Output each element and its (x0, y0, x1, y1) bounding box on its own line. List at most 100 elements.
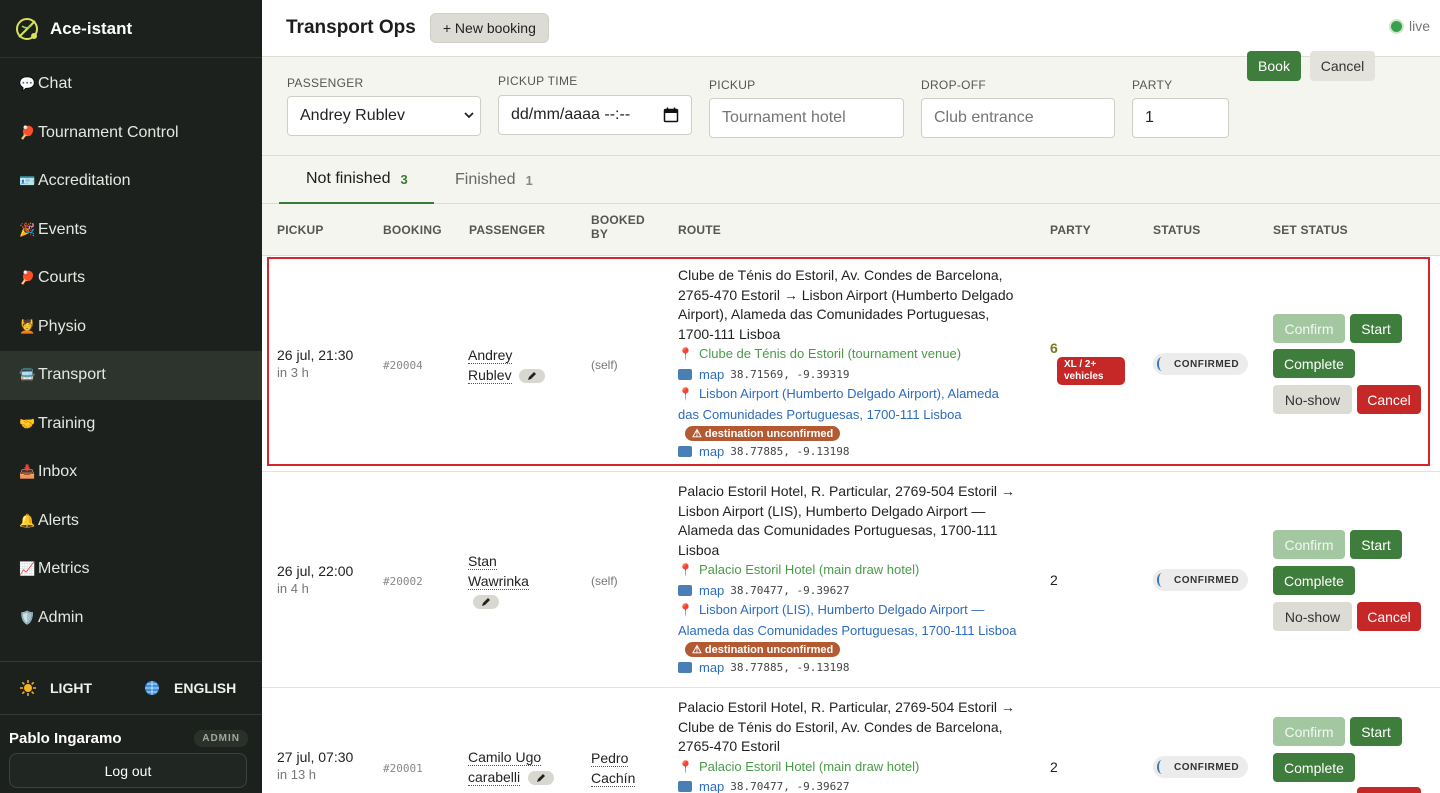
passenger-cell[interactable]: Andrey Rublev (468, 345, 546, 385)
sidebar-item-label: Inbox (38, 463, 78, 481)
map-label[interactable]: map (699, 444, 724, 459)
edit-passenger-button[interactable] (473, 595, 499, 610)
passenger-name-first[interactable]: Andrey (468, 347, 513, 364)
sidebar-item-physio[interactable]: 💆 Physio (0, 303, 262, 352)
sidebar-item-inbox[interactable]: 📥 Inbox (0, 448, 262, 497)
dropoff-location[interactable]: 📍 Lisbon Airport (Humberto Delgado Airpor… (678, 384, 1023, 424)
start-button[interactable]: Start (1350, 717, 1402, 746)
pickup-location[interactable]: 📍 Palacio Estoril Hotel (main draw hotel) (678, 757, 1018, 778)
complete-button[interactable]: Complete (1273, 753, 1355, 782)
passenger-name-first[interactable]: Camilo Ugo (468, 749, 542, 766)
cancel-booking-button[interactable]: Cancel (1357, 602, 1421, 631)
col-booked-by: BOOKED BY (591, 213, 645, 241)
pickup-cell: 26 jul, 21:30 in 3 h (277, 347, 353, 380)
sidebar-item-events[interactable]: 🎉 Events (0, 206, 262, 255)
pickup-input[interactable] (709, 98, 904, 138)
pickup-map-link[interactable]: map 38.71569, -9.39319 (678, 365, 1023, 385)
confirm-button[interactable]: Confirm (1273, 530, 1345, 559)
calendar-icon[interactable] (663, 107, 679, 123)
pickup-location[interactable]: 📍 Palacio Estoril Hotel (main draw hotel) (678, 560, 1030, 581)
coordinates: 38.70477, -9.39627 (730, 583, 850, 597)
party-input[interactable] (1132, 98, 1229, 138)
passenger-cell[interactable]: Camilo Ugo carabelli (468, 747, 555, 787)
pickup-location[interactable]: 📍 Clube de Ténis do Estoril (tournament v… (678, 344, 1023, 365)
edit-passenger-button[interactable] (528, 771, 555, 786)
pencil-icon (528, 372, 537, 381)
sidebar-item-label: Events (38, 220, 87, 238)
tab-not-finished[interactable]: Not finished 3 (279, 156, 434, 204)
confirm-button[interactable]: Confirm (1273, 314, 1345, 343)
map-label[interactable]: map (699, 779, 724, 793)
racket-icon: 🏓 (19, 124, 36, 140)
route-summary: Palacio Estoril Hotel, R. Particular, 27… (678, 699, 1015, 754)
cancel-booking-button[interactable]: Cancel (1357, 385, 1421, 414)
sidebar-item-alerts[interactable]: 🔔 Alerts (0, 497, 262, 546)
dropoff-map-link[interactable]: map 38.77885, -9.13198 (678, 658, 1030, 678)
dropoff-map-link[interactable]: map 38.77885, -9.13198 (678, 442, 1023, 462)
passenger-select[interactable]: Andrey Rublev (287, 96, 481, 136)
no-show-button[interactable]: No-show (1273, 602, 1352, 631)
sidebar-item-label: Admin (38, 608, 84, 626)
sidebar-item-training[interactable]: 🤝 Training (0, 400, 262, 449)
start-button[interactable]: Start (1350, 530, 1402, 559)
no-show-button[interactable]: No-show (1273, 385, 1352, 414)
start-button[interactable]: Start (1350, 314, 1402, 343)
passenger-name-last[interactable]: carabelli (468, 769, 521, 786)
theme-label: LIGHT (50, 680, 92, 696)
sidebar-item-tournament-control[interactable]: 🏓 Tournament Control (0, 109, 262, 158)
cancel-form-button[interactable]: Cancel (1310, 51, 1375, 81)
passenger-cell[interactable]: Stan Wawrinka (468, 551, 529, 611)
topbar: Transport Ops + New booking live (262, 0, 1440, 57)
dropoff-input[interactable] (921, 98, 1115, 138)
pickup-location-label: Palacio Estoril Hotel (main draw hotel) (698, 562, 920, 577)
sidebar-item-transport[interactable]: 🚍 Transport (0, 351, 262, 400)
route-summary: Palacio Estoril Hotel, R. Particular, 27… (678, 483, 1015, 558)
pickup-map-link[interactable]: map 38.70477, -9.39627 (678, 581, 1030, 601)
coordinates: 38.71569, -9.39319 (730, 367, 850, 381)
complete-button[interactable]: Complete (1273, 349, 1355, 378)
map-label[interactable]: map (699, 583, 724, 598)
coordinates: 38.70477, -9.39627 (730, 780, 850, 793)
spinner-icon (1157, 357, 1167, 371)
booked-by-cell[interactable]: Pedro Cachín (591, 748, 636, 788)
destination-unconfirmed-badge: ⚠ destination unconfirmed (685, 426, 841, 441)
pickup-map-link[interactable]: map 38.70477, -9.39627 (678, 777, 1018, 793)
edit-passenger-button[interactable] (519, 369, 546, 384)
complete-button[interactable]: Complete (1273, 566, 1355, 595)
sidebar-item-label: Tournament Control (38, 123, 179, 141)
dropoff-location[interactable]: 📍 Lisbon Airport (LIS), Humberto Delgado … (678, 600, 1030, 640)
booked-by-first[interactable]: Pedro (591, 750, 629, 767)
pickup-time: 27 jul, 07:30 (277, 749, 354, 765)
table-row: 26 jul, 22:00 in 4 h #20002 Stan Wawrink… (262, 472, 1440, 688)
logout-button[interactable]: Log out (9, 753, 247, 788)
sidebar-item-admin[interactable]: 🛡️ Admin (0, 594, 262, 643)
new-booking-button[interactable]: + New booking (429, 13, 549, 43)
sidebar-item-metrics[interactable]: 📈 Metrics (0, 545, 262, 594)
inbox-icon: 📥 (19, 464, 36, 480)
map-label[interactable]: map (699, 367, 724, 382)
pickup-relative: in 3 h (277, 365, 309, 380)
map-label[interactable]: map (699, 660, 724, 675)
sidebar-item-label: Accreditation (38, 172, 131, 190)
passenger-value: Andrey Rublev (300, 107, 405, 124)
shield-icon: 🛡️ (19, 609, 36, 625)
sidebar-item-courts[interactable]: 🏓 Courts (0, 254, 262, 303)
language-toggle[interactable]: ENGLISH (144, 680, 236, 696)
brand[interactable]: Ace-istant (0, 0, 262, 58)
passenger-name-last[interactable]: Rublev (468, 367, 512, 384)
col-booked-by-line1: BOOKED (591, 213, 645, 227)
dropoff-location-label: Lisbon Airport (LIS), Humberto Delgado A… (678, 602, 1017, 638)
passenger-name-first[interactable]: Stan (468, 553, 497, 570)
sidebar-item-accreditation[interactable]: 🪪 Accreditation (0, 157, 262, 206)
booked-by-last[interactable]: Cachín (591, 770, 636, 787)
theme-toggle[interactable]: LIGHT (20, 680, 92, 696)
book-button[interactable]: Book (1247, 51, 1301, 81)
pickup-time-input[interactable]: dd/mm/aaaa --:-- (498, 95, 692, 135)
passenger-name-last[interactable]: Wawrinka (468, 573, 529, 590)
confirm-button[interactable]: Confirm (1273, 717, 1345, 746)
sidebar-item-chat[interactable]: 💬 Chat (0, 60, 262, 109)
cancel-booking-button[interactable] (1357, 787, 1421, 793)
live-indicator: live (1390, 18, 1430, 34)
status-text: CONFIRMED (1174, 358, 1240, 370)
tab-finished[interactable]: Finished 1 (455, 156, 533, 204)
